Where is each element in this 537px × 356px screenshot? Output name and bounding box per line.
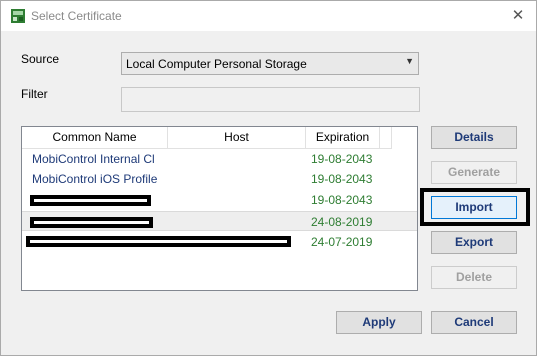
redaction-box bbox=[26, 236, 291, 247]
cell-expiration: 24-08-2019 bbox=[311, 215, 373, 229]
list-row[interactable]: MobiControl iOS Profile 19-08-2043 bbox=[22, 169, 417, 189]
list-row-selected[interactable]: 24-08-2019 bbox=[22, 211, 417, 231]
cell-common-name: MobiControl iOS Profile bbox=[32, 172, 158, 186]
list-row[interactable]: 19-08-2043 bbox=[22, 190, 417, 210]
import-highlight-box bbox=[420, 188, 530, 226]
redaction-box bbox=[30, 217, 153, 228]
cell-expiration: 19-08-2043 bbox=[311, 152, 373, 166]
close-icon[interactable]: ✕ bbox=[505, 6, 531, 26]
column-header-expiration[interactable]: Expiration bbox=[306, 127, 380, 149]
cell-expiration: 24-07-2019 bbox=[311, 235, 373, 249]
export-button[interactable]: Export bbox=[431, 231, 517, 254]
source-label: Source bbox=[21, 52, 60, 66]
apply-button[interactable]: Apply bbox=[336, 311, 422, 334]
chevron-down-icon: ▼ bbox=[405, 56, 414, 66]
certificate-list[interactable]: Common Name Host Expiration MobiControl … bbox=[21, 126, 418, 291]
cell-expiration: 19-08-2043 bbox=[311, 172, 373, 186]
window-title: Select Certificate bbox=[31, 9, 122, 23]
column-header-common-name[interactable]: Common Name bbox=[22, 127, 168, 149]
column-header-host[interactable]: Host bbox=[168, 127, 306, 149]
delete-button[interactable]: Delete bbox=[431, 266, 517, 289]
list-row[interactable]: MobiControl Internal Cl 19-08-2043 bbox=[22, 149, 417, 169]
source-dropdown-value: Local Computer Personal Storage bbox=[126, 57, 307, 71]
title-bar: Select Certificate ✕ bbox=[1, 1, 536, 31]
cell-expiration: 19-08-2043 bbox=[311, 193, 373, 207]
column-header-filler bbox=[380, 127, 392, 149]
generate-button[interactable]: Generate bbox=[431, 161, 517, 184]
select-certificate-dialog: Select Certificate ✕ Source Local Comput… bbox=[0, 0, 537, 356]
certificate-app-icon bbox=[11, 9, 25, 23]
list-row[interactable]: 24-07-2019 bbox=[22, 232, 417, 252]
details-button[interactable]: Details bbox=[431, 126, 517, 149]
source-dropdown[interactable]: Local Computer Personal Storage ▼ bbox=[121, 52, 419, 75]
redaction-box bbox=[30, 195, 151, 206]
filter-input[interactable] bbox=[121, 87, 420, 112]
filter-label: Filter bbox=[21, 87, 48, 101]
cancel-button[interactable]: Cancel bbox=[431, 311, 517, 334]
cell-common-name: MobiControl Internal Cl bbox=[32, 152, 155, 166]
